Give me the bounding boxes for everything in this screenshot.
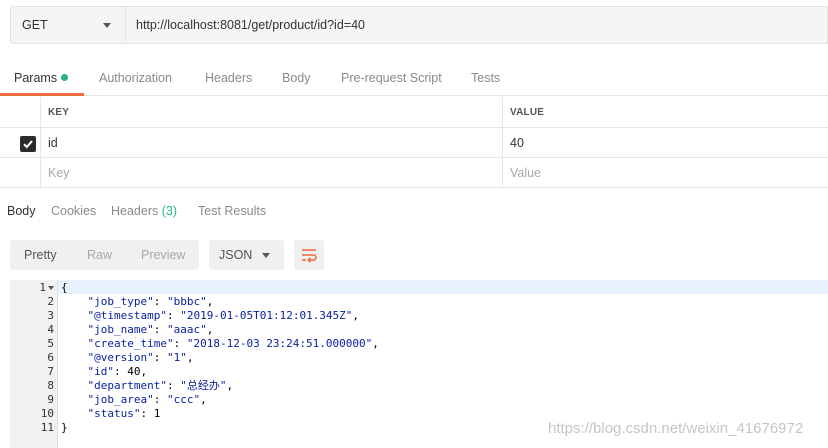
line-number-text: 3 (47, 309, 54, 322)
line-number: 7 (10, 365, 58, 379)
tab-authorization[interactable]: Authorization (99, 71, 172, 85)
method-select[interactable]: GET (10, 6, 126, 44)
tab-params-label: Params (14, 71, 58, 85)
url-input[interactable]: http://localhost:8081/get/product/id?id=… (126, 6, 828, 44)
line-number-text: 10 (40, 407, 54, 420)
view-pretty-button[interactable]: Pretty (24, 248, 57, 262)
new-value-input[interactable]: Value (503, 158, 828, 187)
response-tab-body[interactable]: Body (7, 204, 36, 218)
param-key-cell[interactable]: id (41, 128, 503, 157)
value-placeholder: Value (510, 165, 542, 180)
view-mode-segmented: Pretty Raw Preview (10, 240, 199, 270)
code-line: "status": 1 (87, 407, 161, 420)
value-column-header: VALUE (510, 106, 545, 118)
code-line: "id": 40, (87, 365, 148, 378)
tab-params[interactable]: Params (14, 71, 69, 85)
line-number: 1 (10, 281, 58, 295)
line-number: 4 (10, 323, 58, 337)
params-table: KEY VALUE id 40 Key Value (0, 97, 828, 189)
line-number: 6 (10, 351, 58, 365)
response-tab-test-results[interactable]: Test Results (198, 204, 266, 218)
code-line: "@timestamp": "2019-01-05T01:12:01.345Z"… (87, 309, 360, 322)
view-preview-button[interactable]: Preview (141, 248, 185, 262)
line-number-text: 2 (47, 295, 54, 308)
line-number: 11 (10, 421, 58, 435)
param-checkbox[interactable] (20, 136, 36, 152)
code-line: } (61, 421, 68, 434)
view-raw-button[interactable]: Raw (87, 248, 112, 262)
response-tab-headers[interactable]: Headers (3) (111, 204, 177, 218)
response-tab-cookies[interactable]: Cookies (51, 204, 96, 218)
params-active-dot-icon (61, 74, 69, 82)
wrap-lines-button[interactable] (294, 240, 324, 270)
table-row: id 40 (0, 128, 828, 158)
code-line: { (61, 281, 68, 294)
format-select[interactable]: JSON (209, 240, 284, 270)
chevron-down-icon (262, 253, 270, 258)
tab-pre-request-script[interactable]: Pre-request Script (341, 71, 442, 85)
param-value: 40 (510, 135, 524, 150)
new-check-cell (0, 158, 41, 187)
check-icon (23, 140, 33, 149)
key-column-header: KEY (48, 106, 70, 118)
tab-body[interactable]: Body (282, 71, 311, 85)
line-number-text: 9 (47, 393, 54, 406)
fold-chevron-icon[interactable] (48, 286, 54, 290)
line-number-text: 8 (47, 379, 54, 392)
header-check-cell (0, 97, 41, 127)
line-number: 2 (10, 295, 58, 309)
line-number: 3 (10, 309, 58, 323)
table-row-new: Key Value (0, 158, 828, 188)
active-tab-indicator (0, 93, 84, 96)
request-url-bar: GET http://localhost:8081/get/product/id… (10, 6, 828, 44)
code-line: "job_area": "ccc", (87, 393, 207, 406)
code-line: "create_time": "2018-12-03 23:24:51.0000… (87, 337, 379, 350)
key-placeholder: Key (48, 165, 70, 180)
format-label: JSON (219, 248, 253, 262)
line-number-text: 1 (39, 281, 46, 294)
line-number-text: 6 (47, 351, 54, 364)
response-tab-headers-label: Headers (111, 204, 159, 218)
param-key: id (48, 135, 58, 150)
code-line: "department": "总经办", (87, 379, 234, 392)
param-check-cell (0, 128, 41, 157)
line-number: 9 (10, 393, 58, 407)
headers-count-badge: (3) (161, 204, 178, 218)
header-value-cell: VALUE (503, 97, 828, 127)
params-header-row: KEY VALUE (0, 97, 828, 128)
line-number: 10 (10, 407, 58, 421)
line-number: 5 (10, 337, 58, 351)
new-key-input[interactable]: Key (41, 158, 503, 187)
header-key-cell: KEY (41, 97, 503, 127)
watermark: https://blog.csdn.net/weixin_41676972 (548, 420, 804, 437)
active-line-highlight (58, 280, 828, 294)
line-number-text: 7 (47, 365, 54, 378)
line-number-text: 11 (40, 421, 54, 434)
chevron-down-icon (103, 23, 111, 28)
code-line: "job_name": "aaac", (87, 323, 214, 336)
tab-tests[interactable]: Tests (471, 71, 500, 85)
code-line: "@version": "1", (87, 351, 194, 364)
tab-headers[interactable]: Headers (205, 71, 252, 85)
response-tabs: Body Cookies Headers (3) Test Results (0, 196, 828, 226)
wrap-lines-icon (302, 249, 317, 263)
line-number: 8 (10, 379, 58, 393)
param-value-cell[interactable]: 40 (503, 128, 828, 157)
code-line: "job_type": "bbbc", (87, 295, 214, 308)
method-label: GET (22, 18, 48, 32)
line-number-text: 4 (47, 323, 54, 336)
line-number-text: 5 (47, 337, 54, 350)
request-tabs: Params Authorization Headers Body Pre-re… (0, 62, 828, 96)
